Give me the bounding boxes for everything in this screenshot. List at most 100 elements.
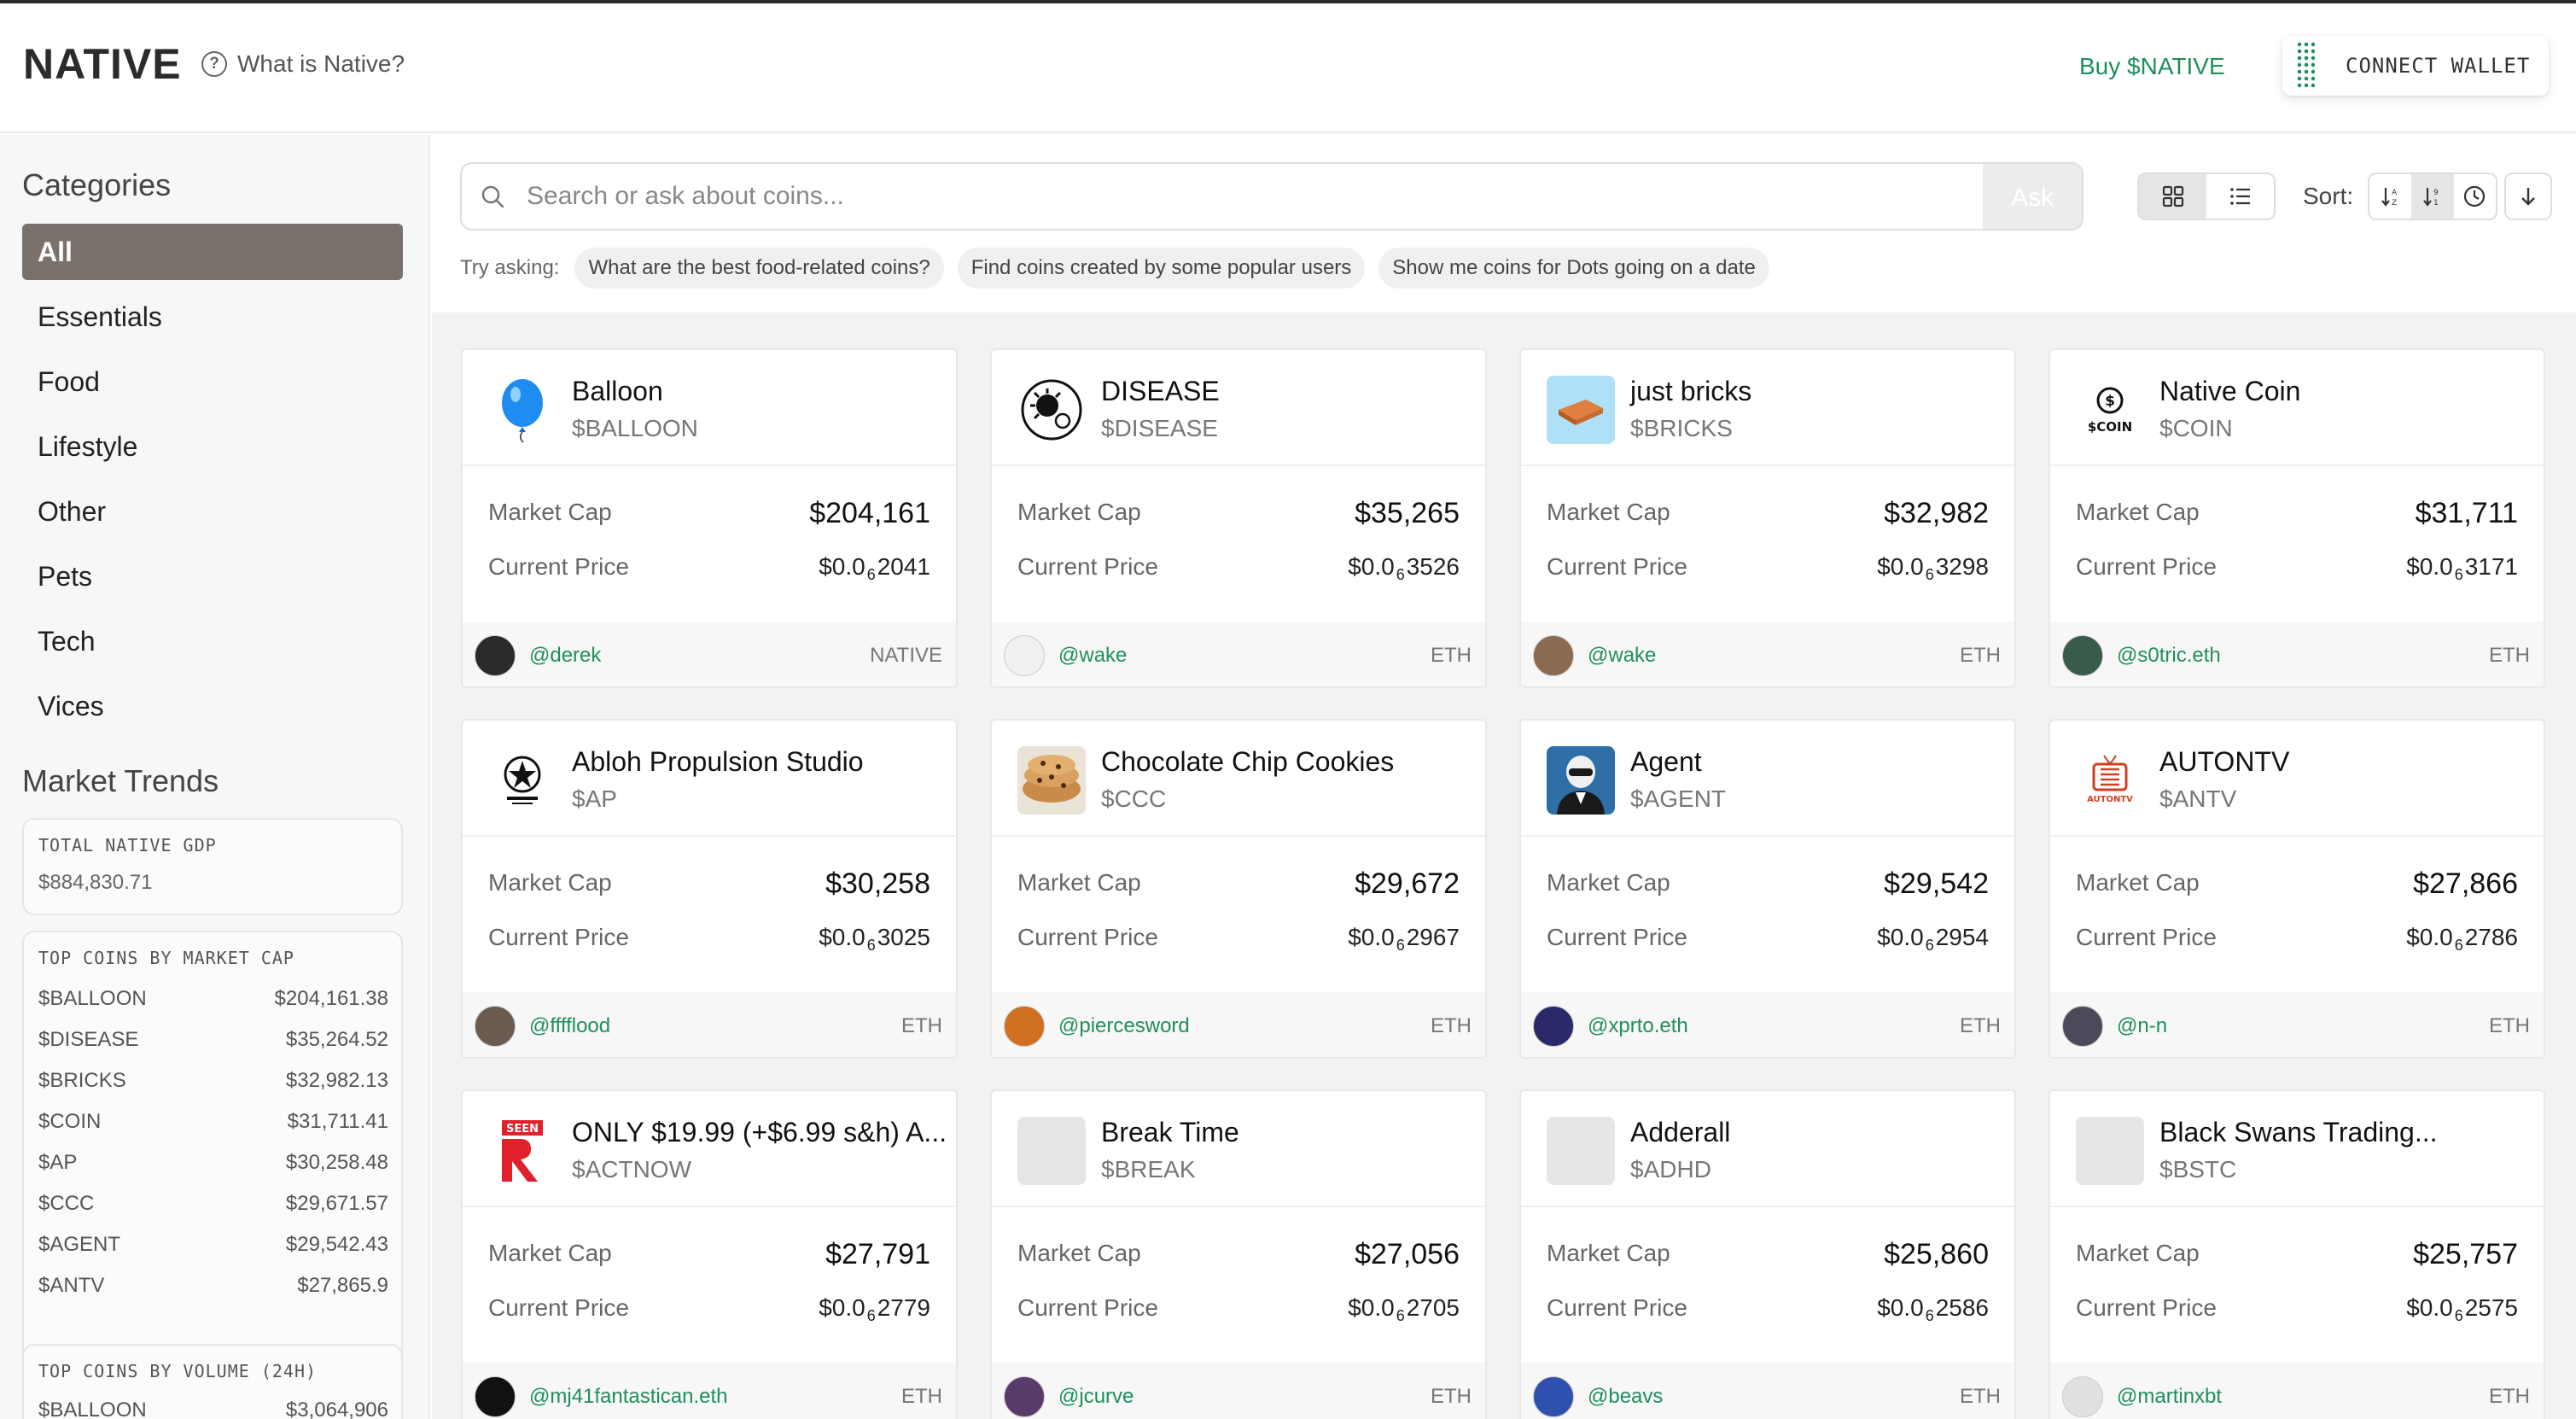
creator-avatar[interactable] xyxy=(475,1376,516,1417)
coin-card[interactable]: just bricks $BRICKS Market Cap $32,982 Curre… xyxy=(1519,348,2016,688)
sort-value-button[interactable]: 91 xyxy=(2411,174,2454,219)
suggestion-chip[interactable]: Find coins created by some popular users xyxy=(957,248,1366,289)
trend-row[interactable]: $CCC $29,671.57 xyxy=(38,1192,388,1216)
creator-handle[interactable]: @jcurve xyxy=(1058,1385,1134,1409)
ask-button[interactable]: Ask xyxy=(1983,164,2082,229)
coin-card-footer: @martinxbt ETH xyxy=(2050,1363,2544,1419)
agent-icon xyxy=(1547,746,1615,815)
trend-ticker: $AGENT xyxy=(38,1233,121,1256)
trend-row[interactable]: $ANTV $27,865.9 xyxy=(38,1274,388,1298)
coin-card[interactable]: SEEN ONLY $19.99 (+$6.99 s&h) A... $ACTNOW… xyxy=(461,1089,958,1419)
dots-decoration-icon xyxy=(2296,41,2315,91)
category-lifestyle[interactable]: Lifestyle xyxy=(22,418,403,475)
coin-name: Abloh Propulsion Studio xyxy=(572,746,864,777)
current-price-label: Current Price xyxy=(488,1294,629,1321)
trend-value: $32,982.13 xyxy=(285,1069,388,1092)
coin-card-footer: @s0tric.eth ETH xyxy=(2050,622,2544,686)
price-prefix: $0.0 xyxy=(2406,924,2453,950)
coin-card-header: Agent $AGENT xyxy=(1521,721,2014,837)
category-pets[interactable]: Pets xyxy=(22,548,403,604)
market-cap-label: Market Cap xyxy=(2076,1240,2200,1266)
coin-card-header: Black Swans Trading... $BSTC xyxy=(2050,1091,2544,1207)
category-other[interactable]: Other xyxy=(22,483,403,540)
coin-card[interactable]: Agent $AGENT Market Cap $29,542 Current Pric… xyxy=(1519,719,2016,1059)
creator-handle[interactable]: @xprto.eth xyxy=(1588,1014,1688,1038)
creator-avatar[interactable] xyxy=(475,635,516,676)
coin-card[interactable]: Chocolate Chip Cookies $CCC Market Cap $29,… xyxy=(990,719,1487,1059)
search-input[interactable] xyxy=(527,182,1807,211)
coin-card[interactable]: DISEASE $DISEASE Market Cap $35,265 Current … xyxy=(990,348,1487,688)
price-digits: 2041 xyxy=(877,553,930,580)
trend-row[interactable]: $BRICKS $32,982.13 xyxy=(38,1069,388,1093)
trend-row[interactable]: $COIN $31,711.41 xyxy=(38,1110,388,1134)
what-is-native-link[interactable]: ? What is Native? xyxy=(201,50,405,78)
coin-card[interactable]: Break Time $BREAK Market Cap $27,056 Current… xyxy=(990,1089,1487,1419)
creator-handle[interactable]: @n-n xyxy=(2117,1014,2167,1038)
price-zero-count: 6 xyxy=(2454,937,2463,954)
svg-text:9: 9 xyxy=(2433,189,2439,197)
categories-heading: Categories xyxy=(22,167,172,202)
dollar-coin-icon: $ $COIN xyxy=(2076,376,2144,444)
category-all[interactable]: All xyxy=(22,224,403,280)
price-prefix: $0.0 xyxy=(2406,553,2453,580)
creator-avatar[interactable] xyxy=(2062,635,2103,676)
list-view-button[interactable] xyxy=(2206,174,2274,219)
buy-native-link[interactable]: Buy $NATIVE xyxy=(2079,53,2225,80)
trend-row[interactable]: $AGENT $29,542.43 xyxy=(38,1233,388,1257)
creator-handle[interactable]: @martinxbt xyxy=(2117,1385,2222,1409)
market-cap-value: $27,866 xyxy=(2413,867,2518,900)
native-logo[interactable]: NATIVE xyxy=(23,39,182,89)
creator-handle[interactable]: @mj41fantastican.eth xyxy=(529,1385,728,1409)
current-price-label: Current Price xyxy=(1017,924,1158,950)
creator-handle[interactable]: @fffflood xyxy=(529,1014,610,1038)
current-price-label: Current Price xyxy=(2076,1294,2217,1321)
coin-card[interactable]: Adderall $ADHD Market Cap $25,860 Current Pr… xyxy=(1519,1089,2016,1419)
current-price-label: Current Price xyxy=(1547,553,1687,580)
category-essentials[interactable]: Essentials xyxy=(22,289,403,345)
coin-ticker: $BRICKS xyxy=(1630,415,1733,441)
creator-handle[interactable]: @derek xyxy=(529,644,601,668)
creator-avatar[interactable] xyxy=(1004,1376,1045,1417)
creator-handle[interactable]: @piercesword xyxy=(1058,1014,1190,1038)
creator-avatar[interactable] xyxy=(475,1006,516,1047)
creator-avatar[interactable] xyxy=(1004,1006,1045,1047)
suggestion-chip[interactable]: What are the best food-related coins? xyxy=(574,248,944,289)
sort-alpha-button[interactable]: AZ xyxy=(2369,174,2411,219)
creator-handle[interactable]: @wake xyxy=(1058,644,1127,668)
svg-text:A: A xyxy=(2392,189,2398,197)
creator-avatar[interactable] xyxy=(1004,635,1045,676)
grid-view-button[interactable] xyxy=(2139,174,2206,219)
creator-avatar[interactable] xyxy=(1533,1376,1574,1417)
trend-row[interactable]: $AP $30,258.48 xyxy=(38,1151,388,1175)
coin-card[interactable]: Black Swans Trading... $BSTC Market Cap $25… xyxy=(2049,1089,2545,1419)
creator-handle[interactable]: @beavs xyxy=(1588,1385,1663,1409)
coin-card[interactable]: Abloh Propulsion Studio $AP Market Cap $30,… xyxy=(461,719,958,1059)
chain-label: ETH xyxy=(1960,644,2001,667)
sort-direction-button[interactable] xyxy=(2504,172,2552,220)
coin-name: Native Coin xyxy=(2159,376,2301,406)
category-vices[interactable]: Vices xyxy=(22,678,403,734)
connect-wallet-label: CONNECT WALLET xyxy=(2346,54,2531,78)
trend-row[interactable]: $BALLOON $204,161.38 xyxy=(38,987,388,1011)
category-tech[interactable]: Tech xyxy=(22,613,403,669)
coin-card[interactable]: $ $COIN Native Coin $COIN Market Cap $31,711 C… xyxy=(2049,348,2545,688)
creator-avatar[interactable] xyxy=(2062,1376,2103,1417)
market-cap-label: Market Cap xyxy=(1017,1240,1141,1266)
creator-avatar[interactable] xyxy=(1533,1006,1574,1047)
creator-avatar[interactable] xyxy=(2062,1006,2103,1047)
creator-handle[interactable]: @s0tric.eth xyxy=(2117,644,2221,668)
category-food[interactable]: Food xyxy=(22,353,403,410)
trend-row[interactable]: $DISEASE $35,264.52 xyxy=(38,1028,388,1052)
creator-avatar[interactable] xyxy=(1533,635,1574,676)
connect-wallet-button[interactable]: CONNECT WALLET xyxy=(2282,36,2549,96)
trend-row[interactable]: $BALLOON $3,064,906 xyxy=(38,1399,388,1419)
suggestion-chip[interactable]: Show me coins for Dots going on a date xyxy=(1378,248,1769,289)
coin-ticker: $ACTNOW xyxy=(572,1156,691,1182)
creator-handle[interactable]: @wake xyxy=(1588,644,1656,668)
top-volume-box: TOP COINS BY VOLUME (24H) $BALLOON $3,064… xyxy=(22,1344,403,1419)
coin-card[interactable]: AUTONTV AUTONTV $ANTV Market Cap $27,866 Curr… xyxy=(2049,719,2545,1059)
coin-card[interactable]: Balloon $BALLOON Market Cap $204,161 Current… xyxy=(461,348,958,688)
sort-time-button[interactable] xyxy=(2454,174,2496,219)
placeholder-icon xyxy=(2076,1117,2144,1185)
price-zero-count: 6 xyxy=(2454,1307,2463,1324)
